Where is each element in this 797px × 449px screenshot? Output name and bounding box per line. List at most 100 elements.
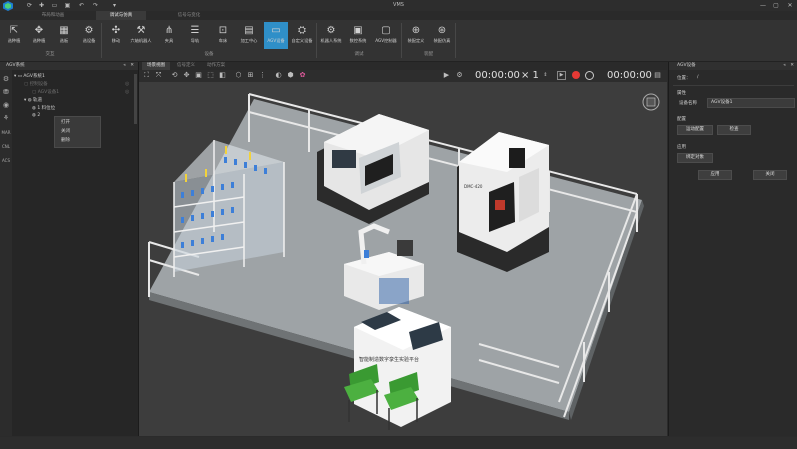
right-panel-header: AGV设备 « ✕ <box>669 62 797 70</box>
tree-item-agv-device[interactable]: ▢ AGV设备1 <box>32 89 59 95</box>
side-label-mar[interactable]: MAR <box>1 128 11 138</box>
scrollbar[interactable] <box>134 74 137 124</box>
tab-action-plan[interactable]: 动作方案 <box>203 62 229 70</box>
ribbon-button-assembly-define[interactable]: ⊕ 装配定义 <box>404 22 428 49</box>
close-panel-icon[interactable]: ✕ <box>790 62 794 70</box>
section-apply: 应用 <box>677 145 686 150</box>
ribbon-button-gripper[interactable]: ⋔ 夹具 <box>157 22 181 49</box>
ribbon-button-label: AGV设备 <box>267 38 285 43</box>
minimize-button[interactable]: — <box>757 1 769 10</box>
section-config: 配置 <box>677 117 686 122</box>
apply-button[interactable]: 应用 <box>698 170 732 180</box>
maximize-button[interactable]: ▢ <box>770 1 782 10</box>
menu-item-close[interactable]: 关闭 <box>61 128 70 134</box>
scene-viewport[interactable]: DMC-420 智能制造数字孪生实验平台 <box>139 82 667 436</box>
bind-object-button[interactable]: 绑定对象 <box>677 153 713 163</box>
ribbon-button-move[interactable]: ✣ 移动 <box>104 22 128 49</box>
speed-stepper-icon[interactable]: ⇕ <box>541 71 550 80</box>
ribbon-button-rail[interactable]: ☰ 导轨 <box>183 22 207 49</box>
measure-icon[interactable]: ⊞ <box>246 71 255 80</box>
shading-icon[interactable]: ◐ <box>274 71 283 80</box>
tab-signal-define[interactable]: 信号定义 <box>173 62 199 70</box>
side-label-acs[interactable]: ACS <box>1 156 11 166</box>
ribbon-button-robot[interactable]: ⚒ 六轴机器人 <box>129 22 153 49</box>
view-top-icon[interactable]: ⬚ <box>206 71 215 80</box>
ribbon-button-label: 加工中心 <box>240 38 258 43</box>
tree-item-agv-system[interactable]: ▾ ▭ AGV系统1 <box>14 73 45 79</box>
ribbon-button-cnc-system[interactable]: ▣ 数控系统 <box>346 22 370 49</box>
tree-item-station-2[interactable]: ◍ 2 <box>32 113 40 118</box>
ribbon-button-assembly-sim[interactable]: ⊛ 装配仿真 <box>430 22 454 49</box>
rotate-icon[interactable]: ⟲ <box>170 71 179 80</box>
tab-debug-sim[interactable]: 调试与仿真 <box>96 11 146 20</box>
ribbon-button-pick[interactable]: ✥ 选种植 <box>27 22 51 49</box>
menu-item-delete[interactable]: 删除 <box>61 137 70 143</box>
visibility-icon[interactable]: ◎ <box>125 89 129 95</box>
view-iso-icon[interactable]: ⬡ <box>234 71 243 80</box>
motion-config-button[interactable]: 运动配置 <box>677 125 713 135</box>
rail-icon: ☰ <box>190 25 200 36</box>
ribbon-button-machining-center[interactable]: ▤ 加工中心 <box>237 22 261 49</box>
layers-icon[interactable]: ⛃ <box>1 87 11 97</box>
color-icon[interactable]: ✿ <box>298 71 307 80</box>
close-button[interactable]: 关闭 <box>753 170 787 180</box>
record-icon[interactable] <box>571 71 580 80</box>
step-icon[interactable]: ▶ <box>557 71 566 80</box>
close-button[interactable]: ✕ <box>784 1 796 10</box>
node-icon[interactable]: ⚘ <box>1 113 11 123</box>
tree-item-station-1[interactable]: ◍ 1 料位位 <box>32 105 55 111</box>
view-cube-icon[interactable] <box>642 93 660 111</box>
tree-item-track[interactable]: ▾ ◍ 轨道 <box>24 97 42 103</box>
ribbon-button-select[interactable]: ⇱ 选种植 <box>2 22 26 49</box>
ribbon-button-label: 六轴机器人 <box>130 38 152 43</box>
view-front-icon[interactable]: ▣ <box>194 71 203 80</box>
collapse-icon[interactable]: « <box>123 62 126 70</box>
section-property: 属性 <box>677 91 686 96</box>
play-icon[interactable]: ▶ <box>442 71 451 80</box>
stop-icon[interactable] <box>585 71 594 80</box>
globe-icon[interactable]: ◉ <box>1 100 11 110</box>
assembly-define-icon: ⊕ <box>411 25 421 36</box>
position-label: 位置： <box>677 76 691 81</box>
viewport-tabs: 场景视图 信号定义 动作方案 <box>139 62 667 70</box>
fit-view-icon[interactable]: ⛶ <box>142 71 151 80</box>
menu-item-open[interactable]: 打开 <box>61 119 70 125</box>
view-side-icon[interactable]: ◧ <box>218 71 227 80</box>
grid-icon[interactable]: ⋮ <box>258 71 267 80</box>
visibility-icon[interactable]: ◎ <box>125 81 129 87</box>
ribbon-button-agv-controller[interactable]: ▢ AGV控制器 <box>374 22 398 49</box>
ribbon-button-lathe[interactable]: ⊡ 车床 <box>211 22 235 49</box>
ribbon-button-robot-system[interactable]: ⚙ 机器人系统 <box>319 22 343 49</box>
ribbon-button-label: 移动 <box>111 38 121 43</box>
tab-signal[interactable]: 信号与变化 <box>164 11 214 20</box>
ribbon-button-label: 选种植 <box>7 38 21 43</box>
custom-device-icon: ⛭ <box>298 25 306 36</box>
tab-layout[interactable]: 布局和动画 <box>28 11 78 20</box>
tab-scene-view[interactable]: 场景视图 <box>142 62 170 70</box>
ribbon-button-label: 导轨 <box>190 38 200 43</box>
pan-icon[interactable]: ✥ <box>182 71 191 80</box>
collapse-icon[interactable]: « <box>783 62 786 70</box>
ribbon-button-board[interactable]: ▦ 选板 <box>52 22 76 49</box>
panel-toggle-icon[interactable]: ▤ <box>653 71 662 80</box>
agv-controller-icon: ▢ <box>381 25 391 36</box>
cnc-system-icon: ▣ <box>353 25 363 36</box>
ribbon-button-custom-device[interactable]: ⛭ 自定义设备 <box>290 22 314 49</box>
group-label-interact: 交互 <box>45 52 55 57</box>
ribbon-button-agv[interactable]: ▭ AGV设备 <box>264 22 288 49</box>
ribbon-button-label: 装配仿真 <box>433 38 451 43</box>
close-panel-icon[interactable]: ✕ <box>130 62 134 70</box>
device-name-field[interactable]: AGV设备1 <box>707 98 795 108</box>
check-button[interactable]: 检查 <box>717 125 751 135</box>
tree-item-control-device[interactable]: ▢ 控制设备 <box>24 81 48 87</box>
side-label-cnl[interactable]: CNL <box>1 142 11 152</box>
speed-value[interactable]: × 1 <box>521 70 539 82</box>
scene-3d: DMC-420 智能制造数字孪生实验平台 <box>148 93 660 430</box>
ribbon-button-device[interactable]: ⚙ 选设备 <box>77 22 101 49</box>
settings-icon[interactable]: ⚙ <box>455 71 464 80</box>
box-icon[interactable]: ⬢ <box>286 71 295 80</box>
left-panel-header: AGV系统 « ✕ <box>0 62 138 70</box>
console-label: 智能制造数字孪生实验平台 <box>359 356 419 363</box>
zoom-region-icon[interactable]: ⤧ <box>154 71 163 80</box>
gear-icon[interactable]: ⚙ <box>1 74 11 84</box>
